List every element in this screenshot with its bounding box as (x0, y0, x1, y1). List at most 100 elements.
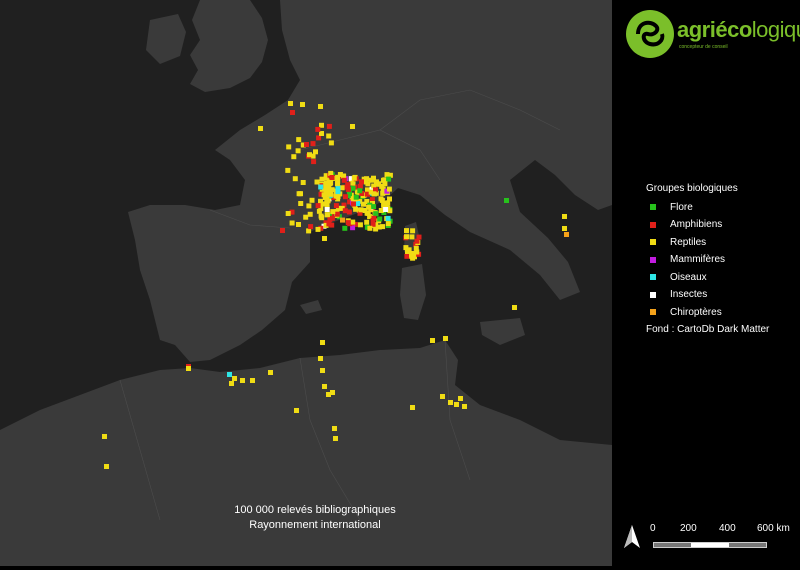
observation-point (315, 126, 321, 132)
basemap-credit: Fond : CartoDb Dark Matter (646, 324, 770, 335)
observation-point (334, 211, 340, 217)
observation-point (386, 176, 392, 182)
observation-point (364, 219, 370, 225)
observation-point (350, 180, 356, 186)
observation-point (296, 137, 302, 143)
observation-point (341, 177, 347, 183)
observation-point (280, 228, 285, 233)
agriecologique-logo: agriécologique concepteur de conseil (622, 6, 800, 62)
legend-swatch (650, 274, 656, 280)
legend-label: Reptiles (670, 236, 707, 248)
observation-point (306, 228, 312, 234)
legend-item-chiroptères: Chiroptères (650, 305, 722, 319)
observation-point (296, 222, 301, 227)
observation-point (288, 101, 293, 106)
legend-label: Mammifères (670, 254, 726, 265)
observation-point (285, 167, 291, 173)
observation-point (332, 426, 337, 431)
observation-point (373, 211, 379, 217)
observation-point (290, 110, 295, 115)
observation-point (383, 207, 389, 212)
observation-point (227, 372, 232, 377)
legend-swatch (650, 221, 656, 228)
observation-point (294, 408, 299, 413)
legend-item-reptiles: Reptiles (650, 235, 706, 249)
observation-point (315, 226, 321, 232)
observation-point (315, 203, 321, 209)
observation-point (378, 196, 384, 202)
observation-point (340, 217, 345, 223)
legend-label: Flore (670, 201, 693, 213)
observation-point (326, 123, 332, 129)
observation-point (371, 191, 377, 197)
observation-point (250, 378, 255, 383)
observation-point (289, 220, 295, 226)
observation-point (328, 140, 334, 146)
legend-swatch (650, 204, 656, 210)
observation-point (512, 305, 517, 310)
observation-point (384, 172, 390, 178)
observation-point (443, 336, 448, 341)
observation-point (410, 405, 415, 410)
observation-point (320, 368, 325, 373)
observation-point (310, 141, 316, 147)
observation-point (318, 356, 323, 361)
observation-point (504, 198, 509, 203)
observation-point (343, 194, 348, 200)
observation-point (350, 219, 356, 225)
observation-point (300, 180, 306, 185)
observation-point (410, 228, 416, 234)
observation-point (413, 245, 419, 251)
legend-label: Amphibiens (670, 219, 723, 230)
observation-point (358, 207, 364, 213)
observation-point (330, 209, 336, 215)
observation-point (333, 436, 338, 441)
logo-tagline: concepteur de conseil (679, 44, 728, 50)
observation-point (404, 234, 409, 240)
scale-bar (653, 542, 767, 548)
observation-point (404, 228, 409, 234)
legend-item-insectes: Insectes (650, 288, 707, 302)
legend-swatch (650, 256, 656, 263)
map-canvas[interactable]: 100 000 relevés bibliographiques Rayonne… (0, 0, 612, 566)
observation-point (386, 186, 392, 192)
observation-point (292, 176, 298, 182)
observation-point (342, 208, 348, 214)
legend-swatch (650, 309, 656, 315)
caption-line-2: Rayonnement international (249, 519, 381, 531)
observation-point (335, 189, 341, 195)
observation-point (378, 208, 384, 213)
observation-point (404, 253, 410, 259)
observation-point (381, 202, 387, 208)
observation-point (319, 176, 325, 182)
observation-point (300, 102, 305, 107)
observation-point (335, 181, 340, 187)
observation-point (229, 381, 234, 386)
observation-point (385, 215, 391, 221)
observation-point (285, 211, 291, 216)
observation-point (324, 212, 330, 218)
observation-point (350, 124, 355, 129)
observation-point (462, 404, 467, 409)
observation-point (309, 197, 315, 203)
observation-point (306, 203, 312, 209)
observation-point (326, 189, 332, 195)
legend-item-flore: Flore (650, 200, 693, 214)
legend-item-oiseaux: Oiseaux (650, 270, 707, 284)
observation-point (416, 234, 422, 240)
observation-point (322, 195, 328, 200)
observation-point (409, 234, 415, 240)
observation-point (327, 216, 333, 222)
observation-point (291, 154, 297, 160)
observation-point (307, 152, 312, 158)
legend-title: Groupes biologiques (646, 183, 738, 194)
observation-point (326, 133, 332, 139)
observation-point (314, 179, 320, 185)
observation-point (448, 400, 453, 405)
north-arrow-icon (624, 525, 640, 548)
legend-item-mammifères: Mammifères (650, 253, 725, 267)
scale-label-600: 600 km (757, 523, 790, 534)
observation-point (258, 126, 263, 131)
observation-point (318, 198, 323, 204)
observation-point (377, 216, 383, 222)
